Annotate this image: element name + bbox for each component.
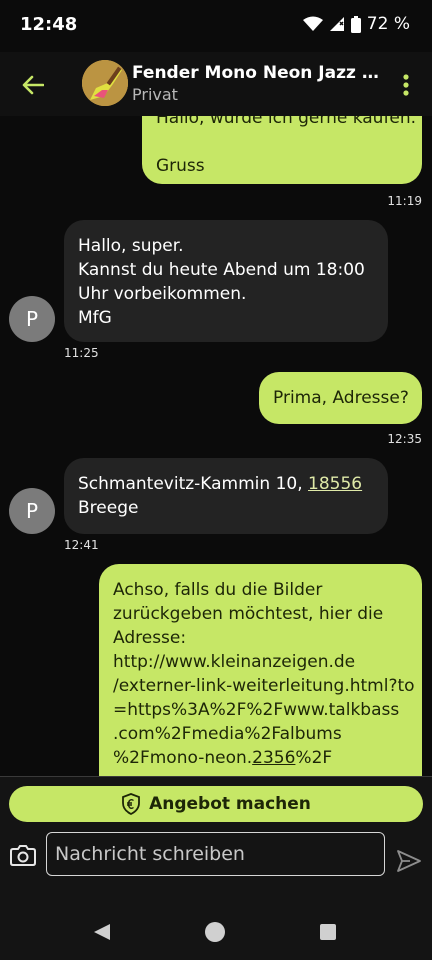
send-icon (397, 850, 421, 872)
message-line[interactable]: .com%2Fmedia%2Falbums (113, 722, 408, 746)
message-line[interactable]: =https%3A%2F%2Fwww.talkbass (113, 698, 408, 722)
status-icons: 72 % (302, 14, 410, 34)
message-list[interactable]: Hallo, würde ich gerne kaufen. Gruss 11:… (0, 116, 432, 776)
message-line: Hallo, super. (78, 236, 184, 256)
battery-icon (350, 15, 361, 33)
message-line[interactable]: %2Fmono-neon.2356%2F (113, 746, 408, 770)
message-bubble-outgoing[interactable]: Prima, Adresse? (259, 372, 422, 424)
listing-avatar[interactable] (82, 60, 128, 106)
arrow-left-icon (22, 75, 44, 95)
message-line[interactable]: /externer-link-weiterleitung.html?to (113, 674, 415, 698)
back-button[interactable] (16, 68, 50, 102)
message-line: Achso, falls du die Bilder (113, 580, 323, 600)
wifi-icon (302, 16, 323, 31)
camera-icon (10, 845, 36, 866)
message-line[interactable]: http://www.kleinanzeigen.de (113, 650, 408, 674)
message-time: 12:35 (387, 432, 422, 446)
nav-back-icon[interactable] (92, 922, 112, 942)
composer-panel: Angebot machen Nachricht schreiben (0, 776, 432, 907)
chat-title: Fender Mono Neon Jazz Bass (132, 63, 387, 83)
message-time: 12:41 (64, 538, 99, 552)
euro-shield-icon (122, 793, 140, 815)
more-vertical-icon (403, 74, 409, 96)
message-bubble-incoming[interactable]: Hallo, super. Kannst du heute Abend um 1… (64, 220, 388, 342)
sender-avatar[interactable]: P (9, 488, 55, 534)
url-part: %2Fmono-neon. (113, 748, 253, 768)
sender-avatar[interactable]: P (9, 296, 55, 342)
message-line: Schmantevitz-Kammin 10, 18556 (78, 472, 374, 496)
address-city: Breege (78, 498, 139, 518)
message-line: zurückgeben möchtest, hier die (113, 604, 384, 624)
system-nav-bar (0, 906, 432, 960)
message-line: Gruss (156, 156, 205, 176)
message-line: Prima, Adresse? (273, 388, 409, 408)
number-link[interactable]: 2356 (252, 748, 295, 768)
cell-signal-icon (329, 17, 344, 31)
nav-home-icon[interactable] (205, 922, 225, 942)
send-button[interactable] (396, 849, 422, 873)
message-time: 11:25 (64, 346, 99, 360)
message-bubble-incoming[interactable]: Schmantevitz-Kammin 10, 18556 Breege (64, 458, 388, 534)
message-bubble-outgoing[interactable]: Hallo, würde ich gerne kaufen. Gruss (142, 116, 422, 184)
zip-link[interactable]: 18556 (308, 474, 362, 494)
address-street: Schmantevitz-Kammin 10, (78, 474, 309, 494)
chat-subtitle: Privat (132, 85, 178, 104)
message-line: Kannst du heute Abend um 18:00 (78, 260, 365, 280)
make-offer-button[interactable]: Angebot machen (9, 786, 423, 822)
chat-header: Fender Mono Neon Jazz Bass Privat (0, 52, 432, 116)
message-line (156, 130, 408, 154)
bass-guitar-image (82, 60, 128, 106)
status-time: 12:48 (20, 14, 78, 35)
chat-title-block[interactable]: Fender Mono Neon Jazz Bass Privat (132, 63, 387, 104)
message-time: 11:19 (387, 194, 422, 208)
nav-recents-icon[interactable] (320, 924, 336, 940)
message-input[interactable]: Nachricht schreiben (46, 832, 385, 876)
message-line: Adresse: (113, 628, 187, 648)
message-line: Uhr vorbeikommen. (78, 284, 247, 304)
battery-percent: 72 % (366, 14, 410, 34)
message-bubble-outgoing[interactable]: Achso, falls du die Bilder zurückgeben m… (99, 564, 422, 776)
status-bar: 12:48 72 % (0, 0, 432, 52)
make-offer-label: Angebot machen (149, 794, 311, 814)
url-part: %2F (295, 748, 333, 768)
message-line: MfG (78, 308, 112, 328)
camera-button[interactable] (10, 843, 36, 869)
more-options-button[interactable] (392, 70, 420, 100)
message-line: Hallo, würde ich gerne kaufen. (156, 116, 417, 128)
